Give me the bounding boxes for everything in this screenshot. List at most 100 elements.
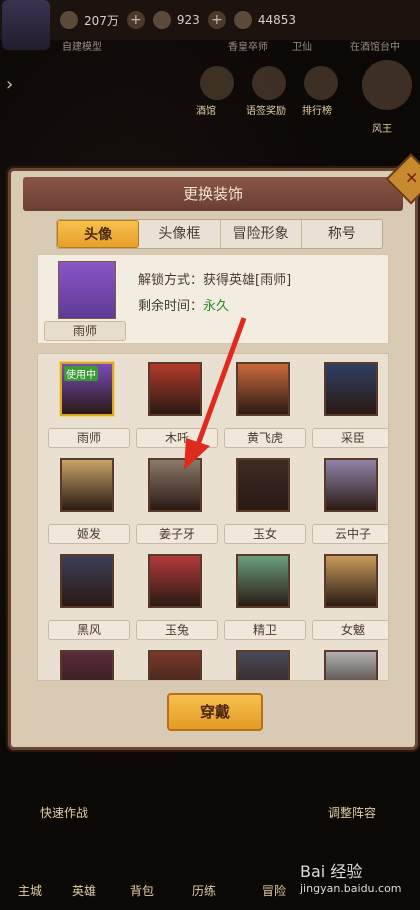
avatar-cell[interactable]: 使用中雨师 [48,362,130,458]
gem-icon [152,11,171,29]
stamina-icon [233,11,252,29]
resource-bar: 207万 + 923 + 44853 [0,0,420,50]
watermark-url: jingyan.baidu.com [300,882,402,895]
hero-name: 精卫 [224,620,306,640]
reward-label: 语签奖励 [246,106,286,117]
hero-portrait[interactable] [148,554,202,608]
avatar-cell[interactable]: 采臣 [312,362,388,458]
hero-name: 姜子牙 [136,524,218,544]
avatar-cell[interactable]: 木吒 [136,362,218,458]
wind-king-icon[interactable] [362,60,412,110]
add-gem-icon[interactable]: + [207,11,226,29]
hero-portrait[interactable] [236,650,290,680]
sub-labels: 自建模型 香皇卒师 卫仙 在酒馆台中 [0,38,420,54]
sub-label: 香皇卒师 [228,42,268,53]
baidu-watermark: Bai 经验 jingyan.baidu.com [300,858,420,908]
hero-name: 姬发 [48,524,130,544]
avatar-cell[interactable]: 女魃 [312,554,388,650]
stamina-value: 44853 [257,13,296,27]
tab-title[interactable]: 称号 [302,220,382,248]
wear-button[interactable]: 穿戴 [167,693,263,731]
change-decoration-dialog: 更换装饰 ✕ 头像 头像框 冒险形象 称号 雨师 解锁方式：获得英雄[雨师] 剩… [8,153,420,750]
avatar-cell[interactable]: 姜子牙 [136,458,218,554]
avatar-cell[interactable]: 云中子 [312,458,388,554]
ranking-label: 排行榜 [302,106,332,117]
avatar-cell[interactable] [224,650,304,680]
hero-name: 玉兔 [136,620,218,640]
selected-portrait [58,261,116,319]
nav-main-city[interactable]: 主城 [18,882,42,899]
unlock-value: 获得英雄[雨师] [203,273,292,288]
close-icon: ✕ [405,168,419,188]
avatar-cell[interactable] [48,650,128,680]
hero-portrait[interactable] [60,458,114,512]
add-gold-icon[interactable]: + [126,11,145,29]
tavern-icon[interactable] [200,66,234,100]
gem-value: 923 [176,13,200,27]
hero-portrait[interactable] [60,650,114,680]
hero-portrait[interactable] [324,458,378,512]
hero-portrait[interactable] [60,554,114,608]
avatar-cell[interactable]: 黑风 [48,554,130,650]
nav-trial[interactable]: 历练 [192,882,216,899]
watermark-title: Bai 经验 [300,862,363,881]
expand-arrow-icon[interactable]: › [6,74,20,95]
avatar-cell[interactable] [312,650,388,680]
tab-avatar-frame[interactable]: 头像框 [139,220,221,248]
selected-name: 雨师 [44,321,126,341]
hero-name: 云中子 [312,524,388,544]
sub-label: 在酒馆台中 [350,42,400,53]
hero-portrait[interactable] [324,362,378,416]
nav-adventure[interactable]: 冒险 [262,882,286,899]
hero-name: 雨师 [48,428,130,448]
nav-heroes[interactable]: 英雄 [72,882,96,899]
in-use-badge: 使用中 [64,366,98,381]
gold-resource: 207万 + [60,11,145,29]
avatar-cell[interactable]: 黄飞虎 [224,362,306,458]
hero-name: 黑风 [48,620,130,640]
stamina-resource: 44853 [233,11,296,29]
avatar-cell[interactable]: 玉兔 [136,554,218,650]
reward-icon[interactable] [252,66,286,100]
hero-portrait[interactable] [324,650,378,680]
sub-label: 自建模型 [62,42,102,53]
hero-portrait[interactable]: 使用中 [60,362,114,416]
hero-name: 玉女 [224,524,306,544]
remaining-time: 剩余时间：永久 [138,295,229,314]
hero-name: 黄飞虎 [224,428,306,448]
avatar-cell[interactable]: 姬发 [48,458,130,554]
shortcut-icons: 酒馆 语签奖励 排行榜 风王 [190,60,420,135]
tab-avatar[interactable]: 头像 [57,220,140,248]
hero-portrait[interactable] [236,554,290,608]
hero-portrait[interactable] [236,458,290,512]
sub-label: 卫仙 [292,42,312,53]
hero-portrait[interactable] [324,554,378,608]
time-label: 剩余时间： [138,299,204,314]
time-value: 永久 [203,299,230,314]
gem-resource: 923 + [152,11,226,29]
wind-king-label: 风王 [372,124,392,135]
dialog-title: 更换装饰 [23,177,403,211]
hero-portrait[interactable] [148,650,202,680]
avatar-grid: 使用中雨师 木吒 黄飞虎 采臣姬发 姜子牙 玉女 云中子黑风 玉兔 精卫 女魃 [37,353,389,681]
hero-name: 采臣 [312,428,388,448]
quick-battle-label[interactable]: 快速作战 [40,804,88,821]
avatar-cell[interactable] [136,650,216,680]
selected-info: 雨师 解锁方式：获得英雄[雨师] 剩余时间：永久 [37,254,389,344]
hero-portrait[interactable] [148,458,202,512]
tab-adventure-image[interactable]: 冒险形象 [221,220,302,248]
decoration-tabs: 头像 头像框 冒险形象 称号 [56,219,383,249]
hero-portrait[interactable] [236,362,290,416]
avatar-cell[interactable]: 精卫 [224,554,306,650]
adjust-lineup-label[interactable]: 调整阵容 [328,804,376,821]
nav-bag[interactable]: 背包 [130,882,154,899]
hero-name: 女魃 [312,620,388,640]
tavern-label: 酒馆 [196,106,216,117]
gold-value: 207万 [84,13,119,28]
coin-icon [60,11,78,29]
unlock-label: 解锁方式： [138,273,204,288]
avatar-cell[interactable]: 玉女 [224,458,306,554]
ranking-icon[interactable] [304,66,338,100]
hero-name: 木吒 [136,428,218,448]
hero-portrait[interactable] [148,362,202,416]
